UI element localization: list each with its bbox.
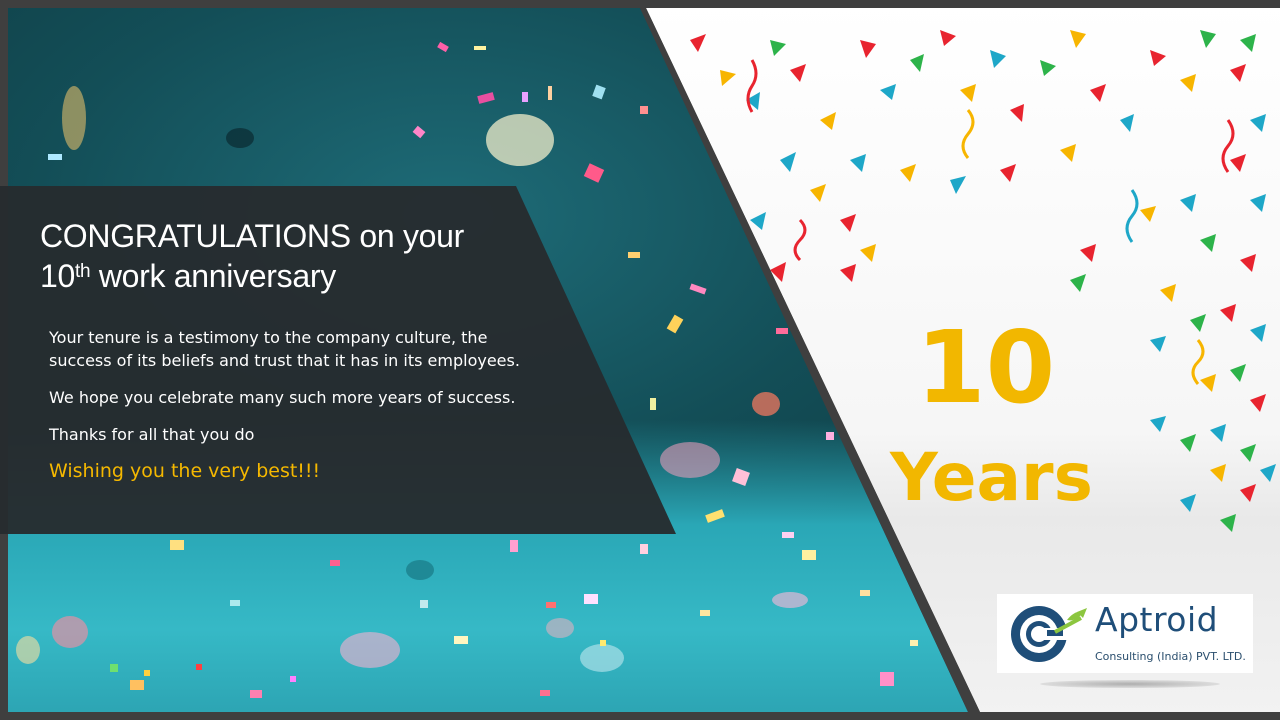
anniversary-slide: CONGRATULATIONS on your 10th work annive… <box>0 0 1280 720</box>
milestone-number: 10 <box>916 309 1056 426</box>
logo-shadow <box>1040 680 1220 688</box>
aptroid-logo-icon <box>1011 606 1087 662</box>
company-logo: Aptroid Consulting (India) PVT. LTD. <box>997 594 1253 673</box>
milestone-label: Years <box>890 439 1093 516</box>
body-line-2: We hope you celebrate many such more yea… <box>49 388 516 407</box>
headline-line2: work anniversary <box>98 258 336 294</box>
headline-suffix: th <box>75 261 91 282</box>
logo-subtitle: Consulting (India) PVT. LTD. <box>1095 650 1246 663</box>
body-line-1b: success of its beliefs and trust that it… <box>49 351 520 370</box>
headline: CONGRATULATIONS on your 10th work annive… <box>40 216 600 296</box>
body-line-1a: Your tenure is a testimony to the compan… <box>49 328 488 347</box>
wish-text: Wishing you the very best!!! <box>49 460 321 482</box>
headline-line1: CONGRATULATIONS on your <box>40 218 465 254</box>
body-line-3: Thanks for all that you do <box>49 425 255 444</box>
logo-name: Aptroid <box>1095 600 1219 639</box>
headline-number: 10 <box>40 258 75 294</box>
